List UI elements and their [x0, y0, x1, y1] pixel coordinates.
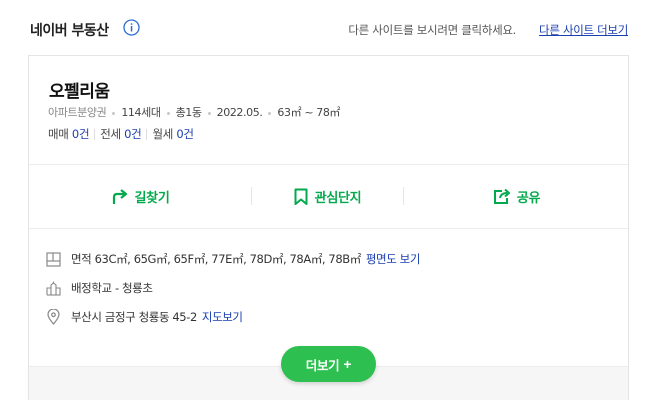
more-sites-link[interactable]: 다른 사이트 더보기 [539, 22, 628, 38]
sale-count[interactable]: 0건 [72, 127, 90, 141]
trade-counts: 매매 0건 전세 0건 월세 0건 [48, 126, 194, 142]
map-link[interactable]: 지도보기 [202, 309, 243, 325]
assigned-school[interactable]: 배정학교 - 청룡초 [71, 280, 153, 296]
jeonse-label: 전세 [100, 127, 121, 141]
floorplan-link[interactable]: 평면도 보기 [366, 251, 421, 267]
share-icon [493, 188, 510, 204]
directions-label: 길찾기 [134, 191, 170, 206]
complex-card: 오펠리움 아파트분양권 114세대 총1동 2022.05. 63㎡ ~ 78㎡ 매매 … [28, 55, 629, 400]
directions-arrow-icon [112, 188, 127, 204]
monthly-label: 월세 [152, 127, 173, 141]
area-list: 면적 63C㎡, 65G㎡, 65F㎡, 77E㎡, 78D㎡, 78A㎡, 7… [71, 252, 361, 266]
school-row: 배정학교 - 청룡초 [46, 279, 153, 297]
complex-name: 오펠리움 [49, 82, 110, 102]
area-row: 면적 63C㎡, 65G㎡, 65F㎡, 77E㎡, 78D㎡, 78A㎡, 7… [46, 250, 420, 268]
favorite-label: 관심단지 [314, 191, 362, 206]
sale-label: 매매 [48, 127, 69, 141]
address-row: 부산시 금정구 청룡동 45-2 지도보기 [46, 308, 243, 326]
complex-meta: 아파트분양권 114세대 총1동 2022.05. 63㎡ ~ 78㎡ [48, 104, 340, 120]
completion-date: 2022.05. [216, 106, 263, 119]
brand-title: 네이버 부동산 [30, 23, 109, 39]
households: 114세대 [121, 106, 161, 119]
page-header: 네이버 부동산 다른 사이트를 보시려면 클릭하세요. 다른 사이트 더보기 [30, 18, 628, 40]
floorplan-icon [46, 251, 61, 267]
bookmark-icon [294, 188, 308, 205]
area-range: 63㎡ ~ 78㎡ [277, 106, 341, 119]
address: 부산시 금정구 청룡동 45-2 [71, 310, 197, 324]
divider [29, 228, 628, 229]
action-bar: 길찾기 관심단지 공유 [29, 165, 628, 228]
jeonse-count[interactable]: 0건 [124, 127, 142, 141]
school-icon [46, 281, 61, 296]
complex-type: 아파트분양권 [48, 106, 107, 119]
plus-icon: + [343, 356, 352, 372]
more-button[interactable]: 더보기 + [281, 346, 376, 382]
share-label: 공유 [516, 191, 541, 206]
other-site-hint: 다른 사이트를 보시려면 클릭하세요. [348, 23, 516, 37]
more-button-label: 더보기 [305, 358, 340, 373]
buildings: 총1동 [175, 106, 202, 119]
location-pin-icon [47, 309, 60, 325]
favorite-complex-button[interactable]: 관심단지 [251, 165, 403, 228]
directions-button[interactable]: 길찾기 [29, 165, 251, 228]
monthly-count[interactable]: 0건 [176, 127, 194, 141]
share-button[interactable]: 공유 [403, 165, 630, 228]
info-icon[interactable] [123, 19, 140, 36]
